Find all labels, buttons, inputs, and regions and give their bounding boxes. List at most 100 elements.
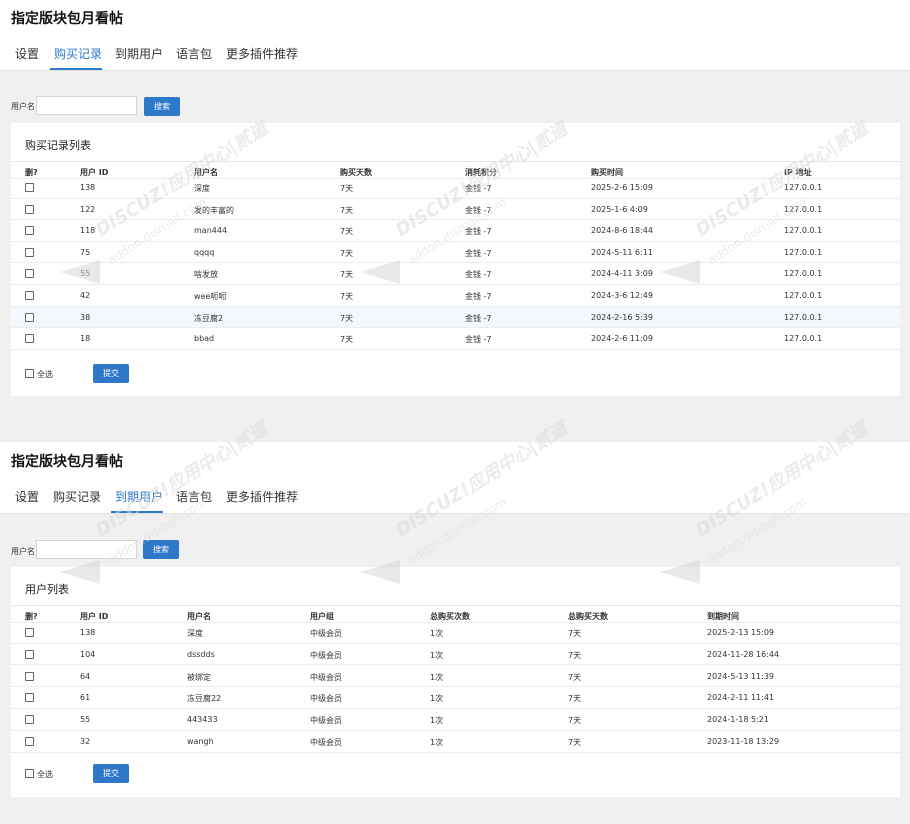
table-cell: 金钱 -7 — [465, 335, 492, 345]
table-cell: 2024-2-16 5:39 — [591, 312, 653, 322]
table-cell: 61 — [80, 693, 91, 703]
search-button[interactable]: 搜索 — [143, 540, 179, 559]
row-checkbox[interactable] — [25, 737, 34, 746]
table-row: 38 冻豆腐2 7天 金钱 -7 2024-2-16 5:39 127.0.0.1 — [11, 306, 900, 329]
col-delete: 删? — [25, 612, 38, 621]
table-cell: man444 — [194, 226, 228, 236]
table-cell: 中级会员 — [310, 738, 342, 747]
tab-language-pack[interactable]: 语言包 — [176, 488, 212, 505]
username-search-input[interactable] — [36, 540, 137, 559]
tab-settings[interactable]: 设置 — [15, 488, 39, 505]
active-tab-indicator — [111, 511, 163, 513]
tab-more-plugins[interactable]: 更多插件推荐 — [226, 45, 298, 62]
row-checkbox[interactable] — [25, 334, 34, 344]
col-expire-time: 到期时间 — [707, 612, 739, 621]
table-cell: 冻豆腐2 — [194, 313, 224, 323]
table-cell: 138 — [80, 628, 96, 637]
table-row: 138 深度 中级会员 1次 7天 2025-2-13 15:09 — [11, 622, 900, 644]
card-divider — [11, 161, 900, 162]
select-all-checkbox[interactable]: 全选 — [25, 769, 53, 780]
table-cell: 127.0.0.1 — [784, 291, 823, 300]
table-cell: bbad — [194, 334, 215, 344]
table-cell: 7天 — [568, 716, 582, 726]
header-area: 指定版块包月看帖 设置 购买记录 到期用户 语言包 更多插件推荐 — [0, 0, 910, 71]
table-cell: 443433 — [187, 715, 218, 725]
table-cell: 7天 — [340, 248, 354, 258]
table-cell: 7天 — [340, 227, 354, 237]
table-cell: 7天 — [340, 270, 354, 280]
table-cell: 中级会员 — [310, 672, 342, 682]
row-checkbox[interactable] — [25, 693, 34, 703]
row-checkbox[interactable] — [25, 715, 34, 725]
row-checkbox[interactable] — [25, 226, 34, 236]
table-cell: 127.0.0.1 — [784, 312, 823, 322]
table-cell: 1次 — [430, 629, 444, 638]
table-row: 42 wee呃呃 7天 金钱 -7 2024-3-6 12:49 127.0.0.1 — [11, 285, 900, 307]
row-checkbox[interactable] — [25, 291, 34, 300]
table-cell: 122 — [80, 204, 96, 214]
table-cell: 138 — [80, 183, 96, 192]
table-cell: 金钱 -7 — [465, 205, 492, 215]
tab-purchase-records[interactable]: 购买记录 — [54, 45, 102, 62]
select-all-box[interactable] — [25, 769, 34, 778]
table-row: 118 man444 7天 金钱 -7 2024-8-6 18:44 127.0.0.1 — [11, 220, 900, 242]
table-cell: 7天 — [568, 738, 582, 747]
table-cell: 金钱 -7 — [465, 227, 492, 237]
row-checkbox[interactable] — [25, 312, 34, 322]
col-total-purchases: 总购买次数 — [430, 612, 470, 621]
row-checkbox[interactable] — [25, 269, 34, 279]
table-cell: 2024-5-11 6:11 — [591, 247, 653, 257]
tab-language-pack[interactable]: 语言包 — [176, 45, 212, 62]
row-checkbox[interactable] — [25, 183, 34, 192]
search-label: 用户名 — [11, 102, 35, 111]
table-cell: wangh — [187, 737, 214, 746]
table-cell: 127.0.0.1 — [784, 334, 823, 344]
table-cell: 7天 — [340, 335, 354, 345]
select-all-box[interactable] — [25, 369, 34, 378]
tab-settings[interactable]: 设置 — [15, 45, 39, 62]
submit-button[interactable]: 提交 — [93, 764, 129, 783]
row-checkbox[interactable] — [25, 649, 34, 659]
col-user-id: 用户 ID — [80, 612, 109, 621]
tab-more-plugins[interactable]: 更多插件推荐 — [226, 488, 298, 505]
table-cell: 2024-4-11 3:09 — [591, 269, 653, 279]
table-cell: 1次 — [430, 650, 444, 660]
table-cell: 金钱 -7 — [465, 292, 492, 301]
table-cell: 7天 — [568, 650, 582, 660]
table-cell: 中级会员 — [310, 629, 342, 638]
select-all-checkbox[interactable]: 全选 — [25, 369, 53, 380]
search-button[interactable]: 搜索 — [144, 97, 180, 116]
table-cell: 64 — [80, 671, 91, 681]
row-checkbox[interactable] — [25, 671, 34, 681]
submit-button[interactable]: 提交 — [93, 364, 129, 383]
table-cell: 7天 — [568, 672, 582, 682]
table-cell: 42 — [80, 291, 91, 300]
purchase-records-card: 购买记录列表 删? 用户 ID 用户名 购买天数 消耗积分 购买时间 IP 地址… — [11, 123, 900, 396]
username-search-input[interactable] — [36, 96, 137, 115]
table-cell: 深度 — [187, 629, 203, 638]
row-checkbox[interactable] — [25, 628, 34, 637]
tab-purchase-records[interactable]: 购买记录 — [53, 488, 101, 505]
table-cell: 1次 — [430, 738, 444, 747]
table-row: 138 深度 7天 金钱 -7 2025-2-6 15:09 127.0.0.1 — [11, 177, 900, 199]
col-username: 用户名 — [187, 612, 211, 621]
select-all-label: 全选 — [37, 370, 53, 379]
select-all-label: 全选 — [37, 770, 53, 779]
table-cell: 金钱 -7 — [465, 248, 492, 258]
table-cell: 104 — [80, 649, 96, 659]
tab-expired-users[interactable]: 到期用户 — [115, 488, 163, 505]
row-checkbox[interactable] — [25, 247, 34, 257]
col-user-group: 用户组 — [310, 612, 334, 621]
row-checkbox[interactable] — [25, 204, 34, 214]
table-cell: 7天 — [340, 292, 354, 301]
table-cell: 2025-1-6 4:09 — [591, 204, 648, 214]
table-cell: 被绑定 — [187, 672, 211, 682]
table-cell: 2024-1-18 5:21 — [707, 715, 769, 725]
tab-expired-users[interactable]: 到期用户 — [115, 45, 163, 62]
table-row: 64 被绑定 中级会员 1次 7天 2024-5-13 11:39 — [11, 666, 900, 688]
table-cell: 1次 — [430, 694, 444, 704]
table-cell: 1次 — [430, 716, 444, 726]
table-row: 55 啥发放 7天 金钱 -7 2024-4-11 3:09 127.0.0.1 — [11, 263, 900, 285]
table-cell: 中级会员 — [310, 650, 342, 660]
table-row: 61 冻豆腐22 中级会员 1次 7天 2024-2-11 11:41 — [11, 687, 900, 709]
